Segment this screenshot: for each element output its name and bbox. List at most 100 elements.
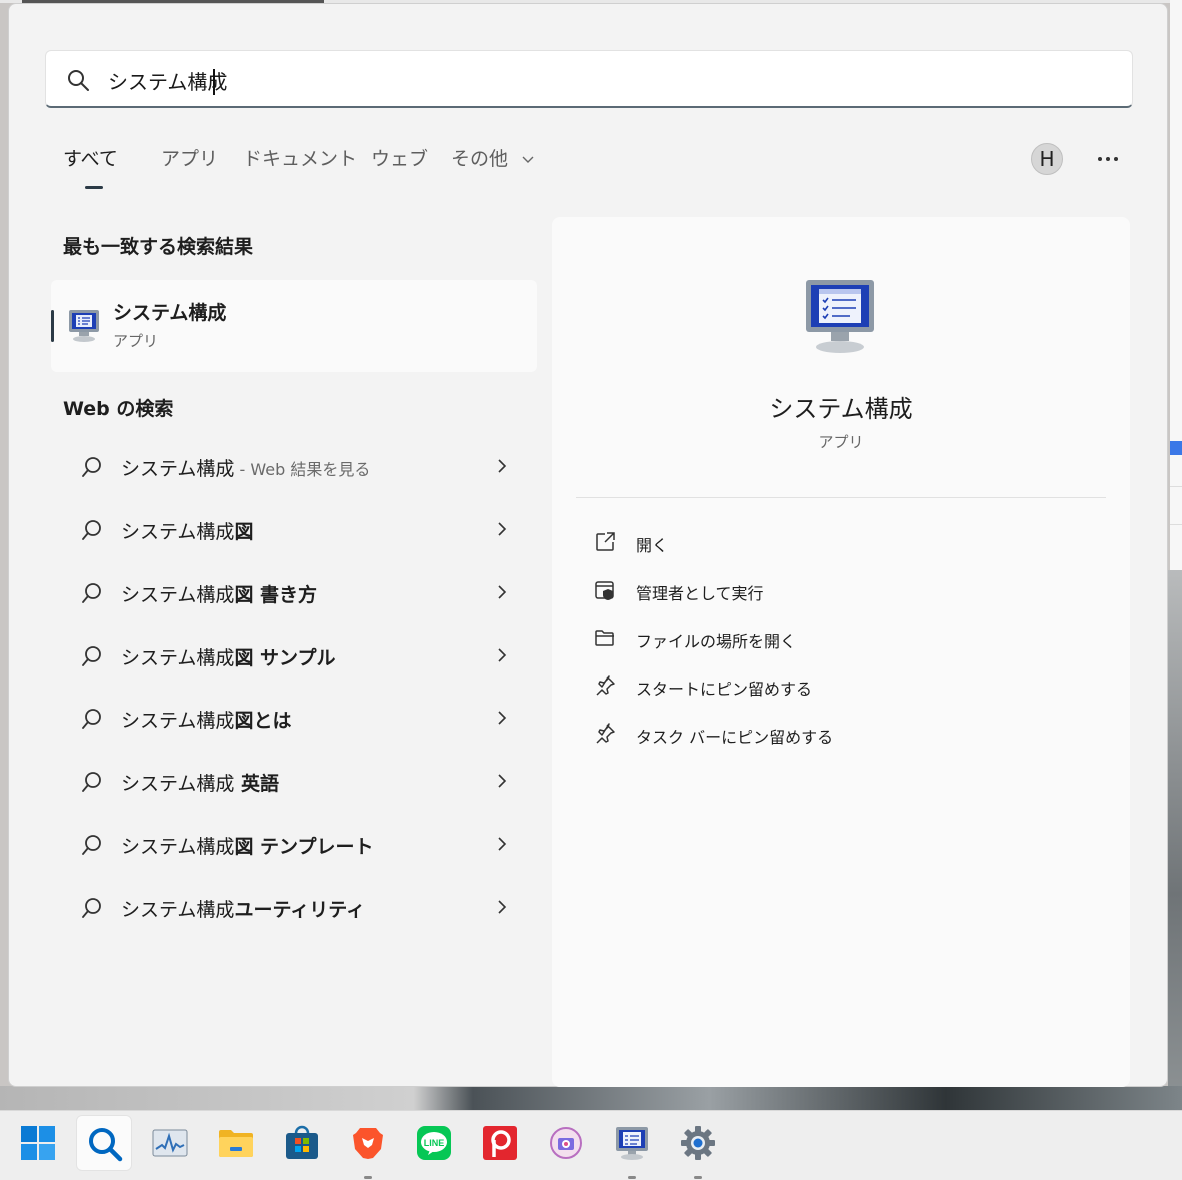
- web-suggestion[interactable]: システム構成図: [51, 503, 537, 559]
- search-icon: [82, 709, 101, 729]
- running-indicator: [628, 1176, 636, 1179]
- search-icon: [82, 898, 101, 918]
- taskbar-start-button[interactable]: [10, 1115, 66, 1171]
- action-label: スタートにピン留めする: [636, 680, 813, 699]
- web-suggestion-label: システム構成図 サンプル: [121, 647, 336, 669]
- start-search-panel: すべて アプリ ドキュメント ウェブ その他 H 最も一致する検索結果 システム…: [8, 3, 1168, 1087]
- taskbar-p-app[interactable]: [472, 1115, 528, 1171]
- best-match-result[interactable]: システム構成 アプリ: [51, 280, 537, 372]
- search-box[interactable]: [45, 50, 1133, 108]
- action-label: ファイルの場所を開く: [636, 632, 797, 651]
- web-suggestion[interactable]: システム構成図 サンプル: [51, 629, 537, 685]
- web-suggestion[interactable]: システム構成ユーティリティ: [51, 881, 537, 937]
- search-icon: [82, 772, 101, 792]
- system-configuration-icon: [806, 280, 874, 353]
- admin-shield-icon: [595, 581, 614, 600]
- web-suggestion[interactable]: システム構成図 テンプレート: [51, 818, 537, 874]
- action-pin-to-taskbar[interactable]: タスク バーにピン留めする: [576, 714, 1096, 754]
- tab-all[interactable]: すべて: [63, 144, 118, 171]
- web-suggestion-label: システム構成 - Web 結果を見る: [121, 458, 371, 480]
- web-suggestion-label: システム構成 英語: [121, 773, 280, 795]
- camera-app-icon: [550, 1127, 582, 1159]
- taskbar-brave-browser[interactable]: [340, 1115, 396, 1179]
- tab-documents[interactable]: ドキュメント: [243, 144, 357, 171]
- web-suggestion[interactable]: システム構成図 書き方: [51, 566, 537, 622]
- search-icon: [82, 457, 101, 477]
- taskbar-search-button[interactable]: [76, 1115, 132, 1171]
- more-options-button[interactable]: [1093, 149, 1123, 169]
- action-open[interactable]: 開く: [576, 522, 1096, 562]
- line-app-icon: LINE: [417, 1126, 451, 1160]
- taskbar-line[interactable]: LINE: [406, 1115, 462, 1171]
- taskbar-task-manager[interactable]: [142, 1115, 198, 1171]
- tab-more-label: その他: [451, 148, 509, 170]
- account-avatar[interactable]: H: [1031, 143, 1063, 175]
- chevron-right-icon: [498, 900, 507, 914]
- taskbar-microsoft-store[interactable]: [274, 1115, 330, 1171]
- taskbar-system-configuration[interactable]: [604, 1115, 660, 1179]
- tab-web[interactable]: ウェブ: [371, 144, 428, 171]
- background-divider: [1170, 524, 1182, 525]
- settings-gear-icon: [681, 1126, 715, 1160]
- search-icon: [82, 646, 101, 666]
- web-suggestion-label: システム構成ユーティリティ: [121, 899, 366, 921]
- file-explorer-icon: [219, 1130, 253, 1157]
- best-match-name: システム構成: [113, 302, 227, 324]
- action-open-file-location[interactable]: ファイルの場所を開く: [576, 618, 1096, 658]
- search-icon: [89, 1128, 123, 1162]
- brave-browser-icon: [353, 1128, 383, 1159]
- svg-text:LINE: LINE: [424, 1138, 445, 1148]
- best-match-type: アプリ: [113, 332, 159, 350]
- background-divider: [1170, 486, 1182, 487]
- web-suggestion-label: システム構成図とは: [121, 710, 292, 732]
- preview-app-type: アプリ: [818, 433, 864, 451]
- system-configuration-icon: [69, 310, 99, 342]
- system-configuration-icon: [616, 1127, 648, 1160]
- action-run-as-admin[interactable]: 管理者として実行: [576, 570, 1096, 610]
- chevron-right-icon: [498, 711, 507, 725]
- taskbar-file-explorer[interactable]: [208, 1115, 264, 1171]
- task-manager-icon: [152, 1129, 188, 1157]
- divider: [576, 497, 1106, 498]
- web-suggestion[interactable]: システム構成 英語: [51, 755, 537, 811]
- folder-icon: [595, 630, 614, 646]
- web-search-heading: Web の検索: [63, 398, 174, 420]
- web-suggestion[interactable]: システム構成 - Web 結果を見る: [51, 440, 537, 496]
- microsoft-store-icon: [286, 1125, 318, 1159]
- chevron-right-icon: [498, 459, 507, 473]
- search-icon: [68, 70, 89, 91]
- action-label: タスク バーにピン留めする: [636, 728, 834, 747]
- chevron-right-icon: [498, 585, 507, 599]
- taskbar-settings[interactable]: [670, 1115, 726, 1179]
- chevron-right-icon: [498, 774, 507, 788]
- p-app-icon: [483, 1126, 517, 1160]
- pin-icon: [596, 675, 615, 696]
- tab-apps[interactable]: アプリ: [161, 144, 218, 171]
- open-external-icon: [596, 532, 615, 551]
- tab-more[interactable]: その他: [451, 144, 534, 171]
- background-window-accent: [1170, 441, 1182, 455]
- active-tab-indicator: [85, 186, 103, 189]
- chevron-right-icon: [498, 522, 507, 536]
- running-indicator: [364, 1176, 372, 1179]
- result-preview-pane: システム構成 アプリ 開く 管理者として実行 ファイルの場所を開く スタートにピ…: [552, 217, 1130, 1087]
- web-suggestion-label: システム構成図 書き方: [121, 584, 318, 606]
- pin-icon: [596, 723, 615, 744]
- web-suggestion-label: システム構成図: [121, 521, 254, 543]
- windows-start-icon: [21, 1126, 55, 1160]
- web-suggestion[interactable]: システム構成図とは: [51, 692, 537, 748]
- running-indicator: [694, 1176, 702, 1179]
- taskbar-camera-app[interactable]: [538, 1115, 594, 1171]
- action-label: 開く: [636, 536, 669, 555]
- desktop-wallpaper: [0, 1086, 1182, 1110]
- text-caret: [213, 69, 215, 95]
- web-suggestion-label: システム構成図 テンプレート: [121, 836, 374, 858]
- chevron-down-icon: [522, 156, 534, 163]
- search-input[interactable]: [106, 63, 1010, 97]
- selection-indicator: [51, 310, 54, 342]
- action-pin-to-start[interactable]: スタートにピン留めする: [576, 666, 1096, 706]
- taskbar: LINE: [0, 1110, 1182, 1180]
- search-icon: [82, 520, 101, 540]
- chevron-right-icon: [498, 648, 507, 662]
- best-match-heading: 最も一致する検索結果: [63, 236, 254, 258]
